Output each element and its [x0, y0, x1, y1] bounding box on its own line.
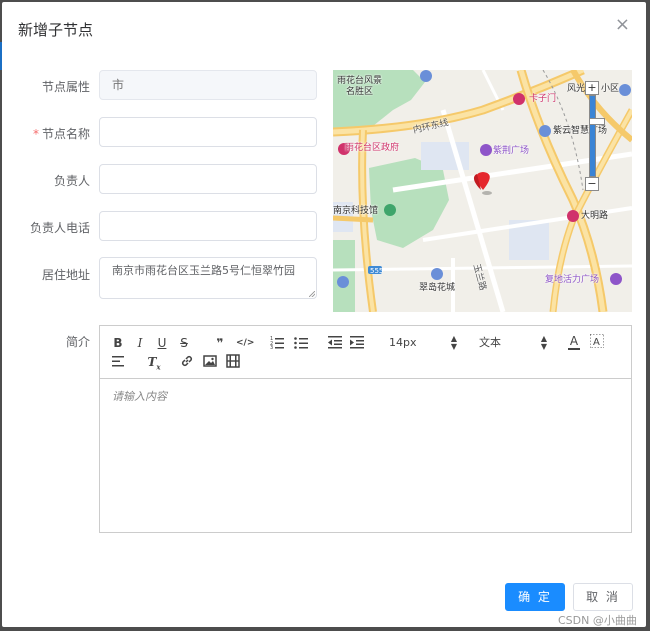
- map-label-fengguang: 风光: [567, 84, 586, 94]
- clean-format-button[interactable]: Tx: [147, 354, 161, 371]
- zoom-out-button[interactable]: −: [585, 177, 599, 191]
- underline-button[interactable]: U: [156, 335, 168, 351]
- zoom-in-button[interactable]: +: [585, 81, 599, 95]
- address-label: 居住地址: [41, 268, 90, 282]
- editor-placeholder[interactable]: 请输入内容: [112, 388, 167, 404]
- image-icon[interactable]: [203, 354, 217, 370]
- map-label-cuidao: 翠岛花城: [419, 283, 456, 293]
- header-value: 文本: [479, 336, 501, 349]
- editor-toolbar: B I U S ❞ </> 123 14px ▲ ▼ 文本 ▲ ▼ A A Tx: [100, 326, 631, 379]
- link-icon[interactable]: [180, 354, 194, 370]
- cancel-button[interactable]: 取 消: [573, 583, 633, 611]
- select-arrows-icon: ▲ ▼: [540, 334, 547, 351]
- map-view[interactable]: 雨花台风景 名胜区 卡子门 风光 小区 内环东线 紫云智慧广场 雨花台区政府 紫…: [333, 70, 632, 312]
- bullet-list-icon[interactable]: [294, 335, 308, 351]
- zoom-track[interactable]: [589, 95, 605, 177]
- indent-icon[interactable]: [350, 335, 364, 351]
- svg-text:A: A: [593, 337, 600, 348]
- header-select[interactable]: 文本 ▲ ▼: [479, 335, 547, 351]
- add-child-node-dialog: 新增子节点 × 节点属性 *节点名称 负责人 负责人电话 居住地址: [2, 2, 646, 627]
- strike-button[interactable]: S: [178, 335, 190, 351]
- ordered-list-icon[interactable]: 123: [270, 335, 284, 351]
- map-label-gov: 雨花台区政府: [345, 143, 400, 153]
- attr-input: [99, 70, 317, 100]
- address-textarea[interactable]: [99, 257, 317, 299]
- owner-input[interactable]: [99, 164, 317, 194]
- attr-label: 节点属性: [41, 80, 90, 94]
- confirm-button[interactable]: 确 定: [505, 583, 565, 611]
- phone-input[interactable]: [99, 211, 317, 241]
- intro-label: 简介: [65, 335, 90, 349]
- video-icon[interactable]: [226, 354, 240, 370]
- map-label-scenic: 雨花台风景 名胜区: [337, 76, 383, 97]
- owner-label: 负责人: [53, 174, 90, 188]
- map-zoom-control: + −: [585, 81, 605, 191]
- font-size-value: 14px: [389, 336, 417, 349]
- map-label-road-555: 555: [370, 267, 384, 275]
- map-label-daming: 大明路: [581, 211, 609, 221]
- map-label-museum: 南京科技馆: [333, 206, 379, 216]
- select-arrows-icon: ▲ ▼: [450, 334, 457, 351]
- watermark: CSDN @小曲曲: [558, 614, 637, 627]
- font-size-select[interactable]: 14px ▲ ▼: [389, 335, 457, 351]
- name-label: 节点名称: [41, 127, 90, 141]
- zoom-slider-handle[interactable]: [589, 118, 605, 125]
- name-input[interactable]: [99, 117, 317, 147]
- phone-label: 负责人电话: [29, 221, 90, 235]
- close-icon[interactable]: ×: [615, 16, 630, 34]
- map-label-fudi: 复地活力广场: [545, 275, 600, 285]
- dialog-title: 新增子节点: [18, 21, 94, 39]
- required-mark: *: [32, 127, 39, 141]
- name-label-wrap: * 节点名称: [2, 125, 90, 142]
- background-color-icon[interactable]: A: [590, 334, 604, 350]
- map-label-xiaoqu: 小区: [601, 84, 620, 94]
- outdent-icon[interactable]: [328, 335, 342, 351]
- svg-text:3: 3: [270, 345, 273, 349]
- map-label-zijing: 紫荆广场: [493, 146, 530, 156]
- code-block-button[interactable]: </>: [236, 335, 254, 351]
- map-label-kaizimen: 卡子门: [529, 94, 557, 104]
- blockquote-button[interactable]: ❞: [212, 335, 228, 351]
- rich-text-editor: B I U S ❞ </> 123 14px ▲ ▼ 文本 ▲ ▼ A A Tx…: [99, 325, 632, 533]
- bold-button[interactable]: B: [112, 335, 124, 351]
- italic-button[interactable]: I: [134, 335, 146, 351]
- font-color-button[interactable]: A: [568, 334, 580, 350]
- resize-grip-icon[interactable]: [309, 291, 315, 297]
- align-left-icon[interactable]: [112, 354, 126, 370]
